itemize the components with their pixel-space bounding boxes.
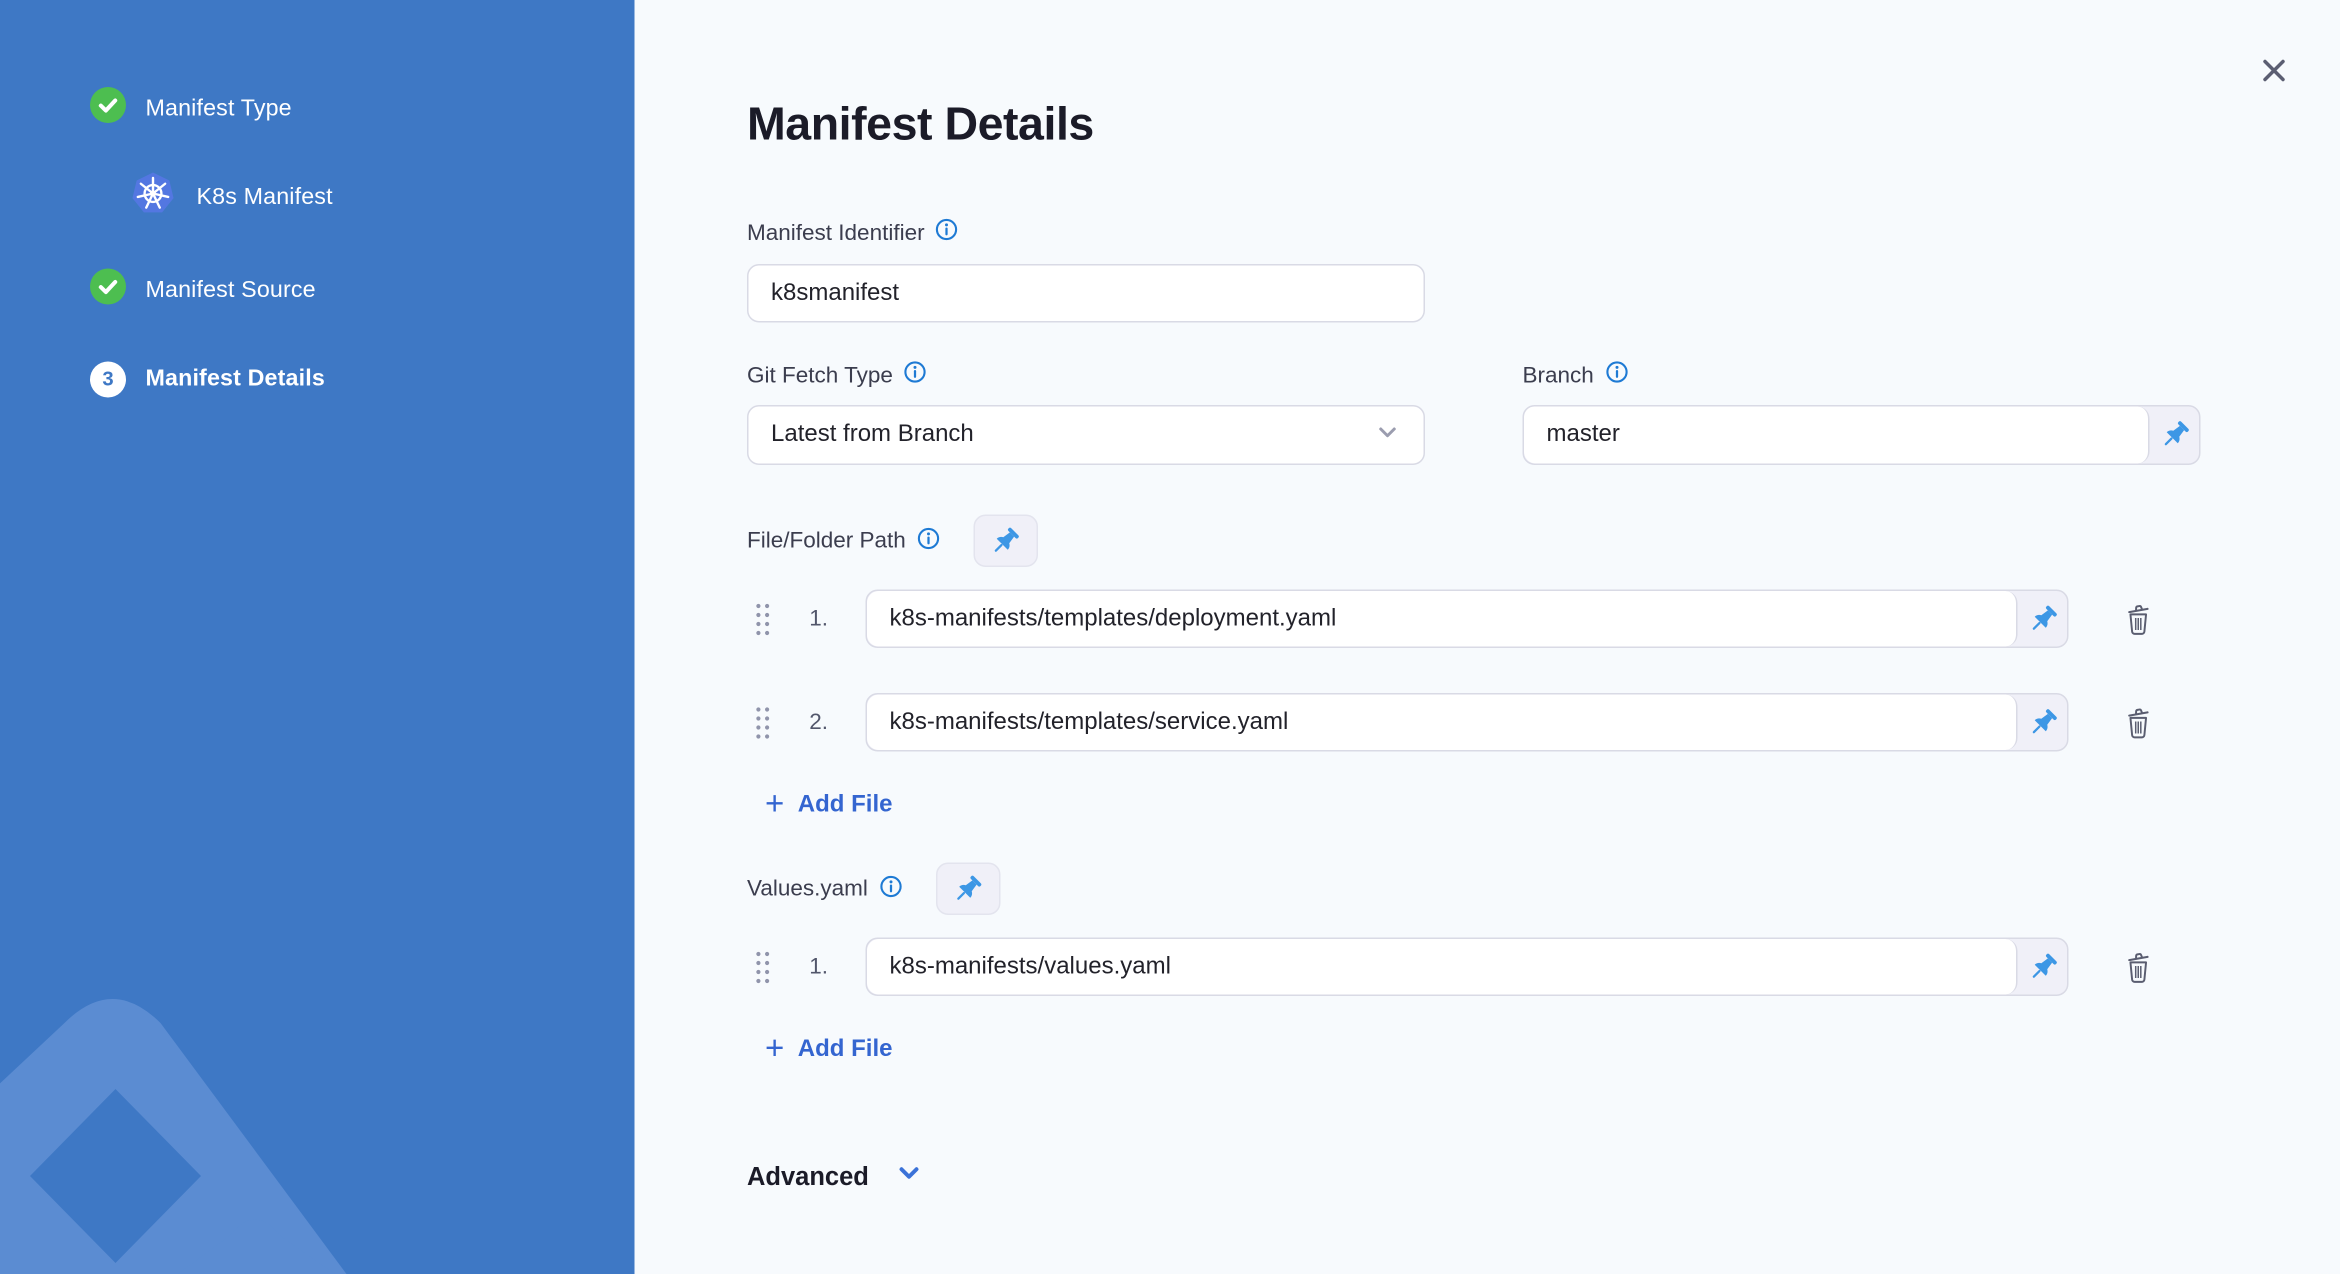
pin-icon[interactable] [2018,939,2068,995]
info-icon[interactable] [1604,360,1628,390]
info-icon[interactable] [916,526,940,556]
git-fetch-type-select[interactable]: Latest from Branch [747,405,1425,465]
step-label: Manifest Details [145,365,325,391]
drag-handle-icon[interactable] [755,703,772,742]
sidebar-item-manifest-details[interactable]: 3 Manifest Details [0,351,635,407]
manifest-details-panel: Manifest Details Manifest Identifier k8s… [634,0,2340,1274]
file-path-input[interactable] [867,591,2016,647]
branch-label: Branch [1523,360,2201,390]
plus-icon: + [765,784,785,822]
manifest-identifier-input[interactable] [747,264,1425,323]
row-index: 1. [809,954,828,980]
row-index: 2. [809,709,828,736]
branch-input-group [1522,405,2201,465]
chevron-down-icon [1371,415,1404,456]
file-path-row: 1. [747,589,2340,648]
close-icon[interactable] [2253,50,2295,92]
step-complete-check-icon [90,268,126,313]
drag-handle-icon[interactable] [755,599,772,638]
manifest-identifier-label: Manifest Identifier [747,218,2340,248]
wizard-steps-sidebar: Manifest Type K8s Manifest Manifest Sour… [0,0,635,1274]
info-icon[interactable] [878,874,902,904]
values-yaml-label: Values.yaml [747,874,902,904]
file-path-row: 2. [747,693,2340,752]
pin-icon [957,874,982,900]
file-path-input[interactable] [867,694,2016,750]
file-path-input-group [865,693,2069,752]
harness-logo-watermark [0,999,347,1274]
git-fetch-type-label: Git Fetch Type [747,360,1425,390]
values-path-input[interactable] [867,939,2016,995]
step-label: Manifest Source [145,276,316,303]
values-path-row: 1. [747,937,2340,996]
values-yaml-header: Values.yaml [747,862,2340,915]
sidebar-item-k8s-manifest[interactable]: K8s Manifest [0,170,635,226]
values-path-input-group [865,937,2069,996]
pin-all-button[interactable] [973,514,1038,567]
step-complete-check-icon [90,87,126,131]
advanced-toggle[interactable]: Advanced [747,1158,2340,1196]
step-label: K8s Manifest [196,183,333,210]
step-label: Manifest Type [145,95,292,121]
branch-field: Branch [1522,360,2201,465]
file-folder-path-header: File/Folder Path [747,514,2340,567]
pin-all-button[interactable] [935,862,1000,915]
advanced-label: Advanced [747,1161,869,1191]
kubernetes-icon [131,171,176,224]
pin-icon[interactable] [2150,407,2200,464]
chevron-down-icon [894,1158,924,1196]
git-fetch-type-field: Git Fetch Type Latest from Branch [747,360,1425,465]
pin-icon[interactable] [2018,591,2068,647]
add-file-button[interactable]: + Add File [765,784,892,822]
plus-icon: + [765,1029,785,1067]
pin-icon[interactable] [2018,695,2068,751]
drag-handle-icon[interactable] [755,947,772,986]
step-number-badge: 3 [90,360,126,397]
delete-row-icon[interactable] [2118,947,2157,986]
branch-input[interactable] [1524,406,2148,464]
info-icon[interactable] [935,218,959,248]
sidebar-item-manifest-source[interactable]: Manifest Source [0,263,635,319]
manifest-wizard-dialog: Manifest Type K8s Manifest Manifest Sour… [0,0,2340,1274]
pin-icon [995,526,1020,552]
file-folder-path-label: File/Folder Path [747,526,940,556]
sidebar-item-manifest-type[interactable]: Manifest Type [0,81,635,137]
info-icon[interactable] [903,360,927,390]
delete-row-icon[interactable] [2118,703,2157,742]
delete-row-icon[interactable] [2118,599,2157,638]
page-title: Manifest Details [747,97,1094,151]
file-path-input-group [865,589,2069,648]
add-file-button[interactable]: + Add File [765,1029,892,1067]
row-index: 1. [809,606,828,632]
